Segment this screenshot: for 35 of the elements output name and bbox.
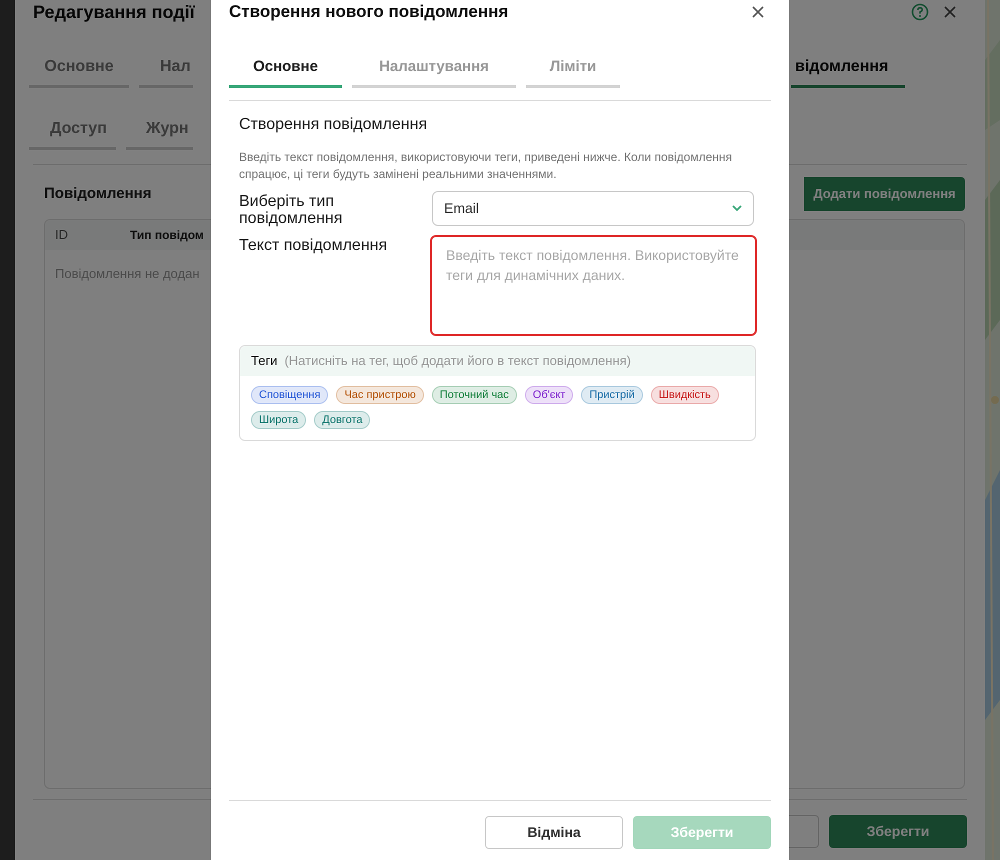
add-button[interactable]: Додати повідомлення (804, 177, 965, 211)
tab[interactable]: Доступ (29, 110, 116, 150)
tag-chip[interactable]: Поточний час (432, 386, 517, 404)
tab[interactable]: Ліміти (526, 50, 620, 88)
tag-chip[interactable]: Час пристрою (336, 386, 424, 404)
tab[interactable]: Основне (229, 50, 342, 88)
cancel-button[interactable]: Відміна (485, 816, 623, 849)
tags-title: Теги (251, 352, 278, 370)
tag-chip[interactable]: Пристрій (581, 386, 643, 404)
tag-chip[interactable]: Об'єкт (524, 386, 574, 404)
message-input[interactable]: Введіть текст повідомлення. Використовуйте теги для динамічних даних. (430, 235, 757, 336)
close-icon[interactable] (751, 5, 765, 19)
field-label: Виберіть тип повідомлення (239, 192, 344, 227)
tag-chip[interactable]: Сповіщення (251, 386, 328, 404)
chevron-icon (732, 205, 742, 212)
close-icon[interactable] (943, 5, 957, 19)
field-label: Текст повідомлення (239, 236, 388, 256)
tab[interactable]: Журн (126, 110, 193, 150)
tab[interactable]: Нал (139, 48, 193, 88)
tab[interactable]: Налаштування (352, 50, 516, 88)
tag-chip[interactable]: Швидкість (650, 386, 719, 404)
tags-hint: (Натисніть на тег, щоб додати його в текст повідомлення) (284, 352, 632, 370)
help-icon[interactable] (911, 3, 929, 21)
column-header: Тип повідом (130, 227, 204, 244)
column-header: ID (55, 226, 69, 244)
save-button[interactable]: Зберегти (829, 815, 967, 848)
type-select[interactable]: Email (432, 191, 754, 226)
section-title: Повідомлення (44, 184, 152, 204)
description-text: Введіть текст повідомлення, використовуючи теги, приведені нижче. Коли повідомлення спрацює, ці теги будуть замінені реальними значеннями. (239, 149, 734, 183)
dialog-title: Редагування події (33, 0, 195, 24)
tag-chip[interactable]: Широта (251, 411, 306, 429)
tab[interactable]: Основне (29, 48, 129, 88)
modal-title: Створення нового повідомлення (229, 1, 508, 24)
tag-chip[interactable]: Довгота (314, 411, 370, 429)
section-title: Створення повідомлення (239, 115, 428, 135)
